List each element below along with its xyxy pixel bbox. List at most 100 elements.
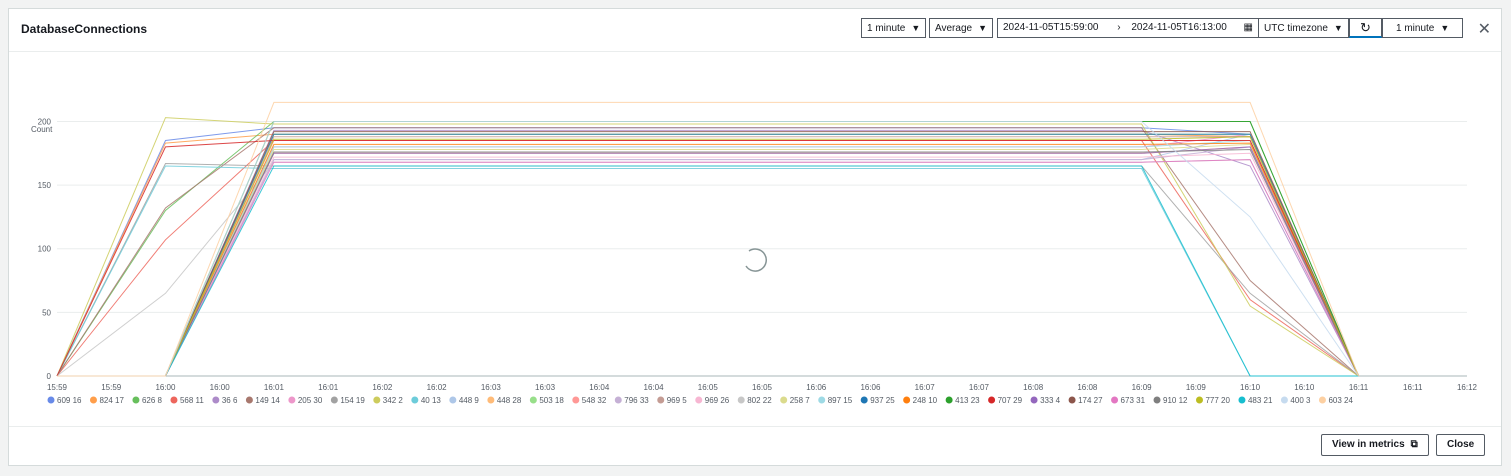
legend-swatch (657, 396, 665, 404)
legend-swatch (330, 396, 338, 404)
legend-swatch (245, 396, 253, 404)
legend-swatch (132, 396, 140, 404)
legend-swatch (737, 396, 745, 404)
statistic-value: Average (935, 23, 973, 34)
legend-swatch (449, 396, 457, 404)
legend-swatch (572, 396, 580, 404)
legend-swatch (695, 396, 703, 404)
legend-label: 400 3 (1290, 396, 1311, 405)
caret-down-icon: ▼ (978, 23, 987, 33)
view-in-metrics-button[interactable]: View in metrics ⧉ (1321, 434, 1429, 456)
legend-label: 333 4 (1040, 396, 1061, 405)
series-line (57, 140, 1359, 377)
series-line (57, 139, 1359, 377)
close-button[interactable]: Close (1436, 434, 1486, 456)
legend-label: 707 29 (998, 396, 1023, 405)
date-range-picker[interactable]: 2024-11-05T15:59:00 › 2024-11-05T16:13:0… (997, 18, 1259, 38)
series-line (57, 142, 1359, 377)
series-line (57, 129, 1359, 377)
legend-swatch (47, 396, 55, 404)
legend-label: 154 19 (340, 396, 365, 405)
legend-label: 36 6 (222, 396, 238, 405)
x-tick-label: 16:09 (1132, 383, 1153, 392)
legend-swatch (170, 396, 178, 404)
x-tick-label: 16:01 (264, 383, 285, 392)
legend-label: 796 33 (624, 396, 649, 405)
legend-label: 969 26 (705, 396, 730, 405)
loading-spinner-icon (745, 248, 767, 272)
x-tick-labels: 15:59 15:59 16:00 16:00 16:01 16:01 16:02 16:02… (47, 383, 1478, 392)
x-tick-label: 16:04 (589, 383, 610, 392)
range-start: 2024-11-05T15:59:00 (1003, 22, 1099, 33)
x-tick-label: 15:59 (101, 383, 122, 392)
x-tick-label: 16:02 (427, 383, 448, 392)
period-select[interactable]: 1 minute ▼ (861, 18, 927, 38)
legend-label: 673 31 (1121, 396, 1146, 405)
refresh-interval-value: 1 minute (1396, 23, 1435, 34)
legend-swatch (1280, 396, 1288, 404)
legend-swatch (1238, 396, 1246, 404)
legend-swatch (529, 396, 537, 404)
modal-header: DatabaseConnections 1 minute ▼ Average ▼ 2… (9, 9, 1501, 52)
arrow-right-icon: › (1117, 22, 1121, 33)
legend-swatch (487, 396, 495, 404)
legend-label: 342 2 (383, 396, 404, 405)
legend-label: 802 22 (747, 396, 772, 405)
legend-label: 897 15 (828, 396, 853, 405)
legend-swatch (373, 396, 381, 404)
modal-title: DatabaseConnections (21, 22, 148, 36)
y-tick-label: 50 (42, 308, 51, 317)
legend-swatch (1030, 396, 1038, 404)
series-line (57, 133, 1359, 377)
view-in-metrics-label: View in metrics (1332, 439, 1405, 450)
x-tick-label: 16:12 (1457, 383, 1478, 392)
x-tick-label: 16:07 (969, 383, 990, 392)
legend-label: 483 21 (1248, 396, 1273, 405)
legend-label: 448 9 (459, 396, 480, 405)
legend-swatch (1153, 396, 1161, 404)
legend-label: 205 30 (298, 396, 323, 405)
legend-label: 777 20 (1205, 396, 1230, 405)
x-tick-label: 16:08 (1077, 383, 1098, 392)
x-tick-label: 16:07 (915, 383, 936, 392)
x-tick-label: 15:59 (47, 383, 68, 392)
x-tick-label: 16:03 (481, 383, 502, 392)
legend-swatch (903, 396, 911, 404)
timezone-select[interactable]: UTC timezone ▼ (1258, 18, 1349, 38)
legend-label: 548 32 (582, 396, 607, 405)
series-line (56, 133, 1359, 377)
range-end: 2024-11-05T16:13:00 (1131, 22, 1227, 33)
refresh-button[interactable]: ↻ (1349, 18, 1382, 38)
series-line (56, 140, 1359, 377)
legend-label: 448 28 (497, 396, 522, 405)
x-tick-label: 16:06 (806, 383, 827, 392)
legend-label: 910 12 (1163, 396, 1188, 405)
refresh-interval-select[interactable]: 1 minute ▼ (1382, 18, 1463, 38)
x-tick-label: 16:02 (372, 383, 393, 392)
line-chart: Count 050100150200 15:59 15:59 16:00 16:00 1… (31, 101, 1478, 405)
legend-swatch (288, 396, 296, 404)
legend-label: 626 8 (142, 396, 163, 405)
legend-swatch (818, 396, 826, 404)
series-line (57, 133, 1359, 377)
legend-swatch (1111, 396, 1119, 404)
legend-label: 503 18 (539, 396, 564, 405)
series-line (57, 133, 1359, 377)
legend-label: 568 11 (180, 396, 204, 405)
legend-label: 609 16 (57, 396, 82, 405)
legend-label: 603 24 (1328, 396, 1353, 405)
legend-swatch (1195, 396, 1203, 404)
modal-footer: View in metrics ⧉ Close (9, 426, 1501, 465)
legend-swatch (780, 396, 788, 404)
x-tick-label: 16:11 (1349, 383, 1369, 392)
x-tick-label: 16:05 (698, 383, 719, 392)
close-icon[interactable]: ✕ (1478, 19, 1491, 39)
x-tick-label: 16:01 (318, 383, 339, 392)
legend-label: 248 10 (913, 396, 938, 405)
statistic-select[interactable]: Average ▼ (929, 18, 993, 38)
x-tick-label: 16:00 (155, 383, 176, 392)
legend-label: 937 25 (870, 396, 895, 405)
external-link-icon: ⧉ (1410, 439, 1418, 450)
legend-label: 969 5 (667, 396, 688, 405)
legend-label: 824 17 (99, 396, 124, 405)
